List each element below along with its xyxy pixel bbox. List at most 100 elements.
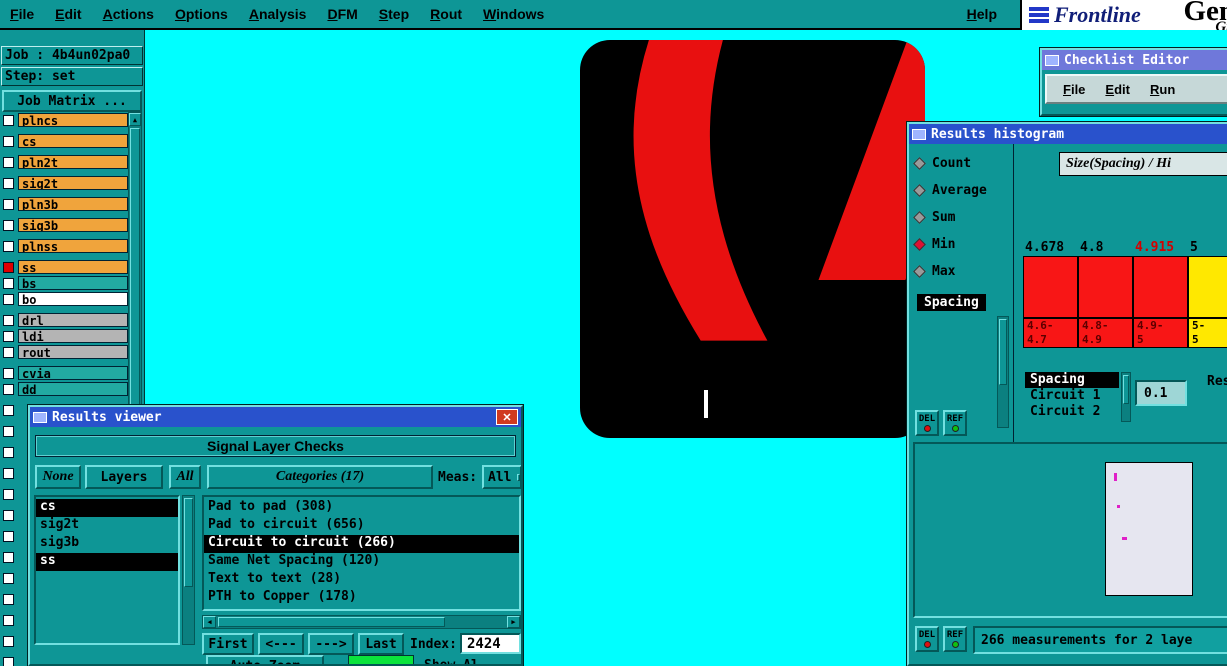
layer-row[interactable]: plnss [1,238,128,254]
layer-name[interactable]: cvia [18,366,128,380]
layer-name[interactable]: bo [18,292,128,306]
layer-checkbox[interactable] [3,551,14,563]
layer-row[interactable]: rout [1,344,128,360]
ref-button[interactable]: REF [943,410,967,436]
del-button[interactable]: DEL [915,410,939,436]
checklist-editor-titlebar[interactable]: Checklist Editor [1042,50,1227,70]
menu-item[interactable]: Run [1150,82,1175,97]
layer-name[interactable]: sig2t [18,176,128,190]
scroll-left-icon[interactable]: ◀ [203,616,216,628]
layer-row[interactable]: bs [1,275,128,291]
layer-row[interactable]: sig3b [1,217,128,233]
layer-name[interactable]: pln3b [18,197,128,211]
layer-row[interactable]: pln2t [1,154,128,170]
histogram-bin[interactable]: 4.915 4.9- 5 [1133,240,1188,348]
del-button[interactable]: DEL [915,626,939,652]
layer-checkbox[interactable] [3,635,14,647]
bin-bar[interactable] [1188,256,1227,318]
layer-checkbox[interactable] [3,425,14,437]
list-item[interactable]: Pad to pad (308) [204,499,519,517]
menu-help[interactable]: Help [967,6,997,22]
bin-bar[interactable] [1078,256,1133,318]
layer-checkbox[interactable] [3,114,14,126]
categories-button[interactable]: Categories (17) [207,465,433,489]
layer-checkbox[interactable] [3,383,14,395]
list-item[interactable]: Text to text (28) [204,571,519,589]
list-item[interactable]: PTH to Copper (178) [204,589,519,607]
scroll-right-icon[interactable]: ▶ [507,616,520,628]
layer-row[interactable]: plncs [1,112,128,128]
results-viewer-titlebar[interactable]: Results viewer ✕ [30,407,521,427]
layer-row[interactable]: cs [1,133,128,149]
menu-item[interactable]: DFM [327,6,357,22]
bin-bar[interactable] [1133,256,1188,318]
layer-name[interactable]: rout [18,345,128,359]
radio-diamond-icon[interactable] [913,237,926,251]
none-button[interactable]: None [35,465,81,489]
menu-item[interactable]: File [1063,82,1085,97]
histogram-bin[interactable]: 4.678 4.6- 4.7 [1023,240,1078,348]
bin-bar[interactable] [1023,256,1078,318]
menu-item[interactable]: Edit [55,6,81,22]
layer-row[interactable]: bo [1,291,128,307]
menu-item[interactable]: Rout [430,6,462,22]
layer-name[interactable]: bs [18,276,128,290]
layer-checkbox[interactable] [3,446,14,458]
layer-filter-list[interactable]: cs sig2t sig3b ss [34,495,180,645]
menu-item[interactable]: Step [379,6,409,22]
layer-name[interactable]: drl [18,313,128,327]
layer-row[interactable]: pln3b [1,196,128,212]
scrollbar-thumb[interactable] [218,617,445,627]
layer-name[interactable]: ldi [18,329,128,343]
layer-checkbox[interactable] [3,593,14,605]
layer-checkbox[interactable] [3,346,14,358]
layer-checkbox[interactable] [3,219,14,231]
scroll-up-icon[interactable]: ▲ [129,113,141,126]
last-button[interactable]: Last [358,633,404,655]
category-list-scrollbar[interactable]: ◀ ▶ [202,615,521,629]
close-icon[interactable]: ✕ [496,409,518,425]
measure-list-scrollbar[interactable] [997,316,1009,428]
layer-checkbox[interactable] [3,572,14,584]
layer-row[interactable]: ss [1,259,128,275]
menu-item[interactable]: File [10,6,34,22]
menu-item[interactable]: Options [175,6,228,22]
stat-option[interactable]: Average [913,179,987,201]
scrollbar-thumb[interactable] [999,319,1007,385]
layer-name[interactable]: dd [18,382,128,396]
index-input[interactable]: 2424 [460,633,521,654]
auto-zoom-button[interactable]: Auto Zoom [206,655,324,664]
results-histogram-titlebar[interactable]: Results histogram [909,124,1227,144]
list-item[interactable]: Same Net Spacing (120) [204,553,519,571]
layer-row[interactable]: dd [1,381,128,397]
layer-checkbox[interactable] [3,367,14,379]
next-button[interactable]: ---> [308,633,354,655]
radio-diamond-icon[interactable] [913,210,926,224]
layer-row[interactable]: drl [1,312,128,328]
series-item[interactable]: Spacing [1025,372,1119,388]
layer-checkbox[interactable] [3,530,14,542]
meas-dropdown[interactable]: All [482,465,521,489]
histogram-bin[interactable]: 5 5- 5 [1188,240,1227,348]
layer-checkbox[interactable] [3,240,14,252]
layer-name[interactable]: sig3b [18,218,128,232]
category-list[interactable]: Pad to pad (308) Pad to circuit (656) Ci… [202,495,521,611]
layer-name[interactable]: pln2t [18,155,128,169]
menu-item[interactable]: Actions [103,6,154,22]
scrollbar-thumb[interactable] [184,498,193,587]
stat-option[interactable]: Sum [913,206,987,228]
layer-name[interactable]: plncs [18,113,128,127]
layer-checkbox[interactable] [3,330,14,342]
layer-checkbox[interactable] [3,156,14,168]
radio-diamond-icon[interactable] [913,264,926,278]
layers-button[interactable]: Layers [85,465,163,489]
list-item[interactable]: Circuit to circuit (266) [204,535,519,553]
layer-name[interactable]: cs [18,134,128,148]
layer-checkbox[interactable] [3,314,14,326]
layer-checkbox[interactable] [3,614,14,626]
ref-button[interactable]: REF [943,626,967,652]
stat-option[interactable]: Min [913,233,987,255]
layer-checkbox[interactable] [3,198,14,210]
series-item[interactable]: Circuit 1 [1025,388,1119,404]
layer-checkbox[interactable] [3,656,14,666]
